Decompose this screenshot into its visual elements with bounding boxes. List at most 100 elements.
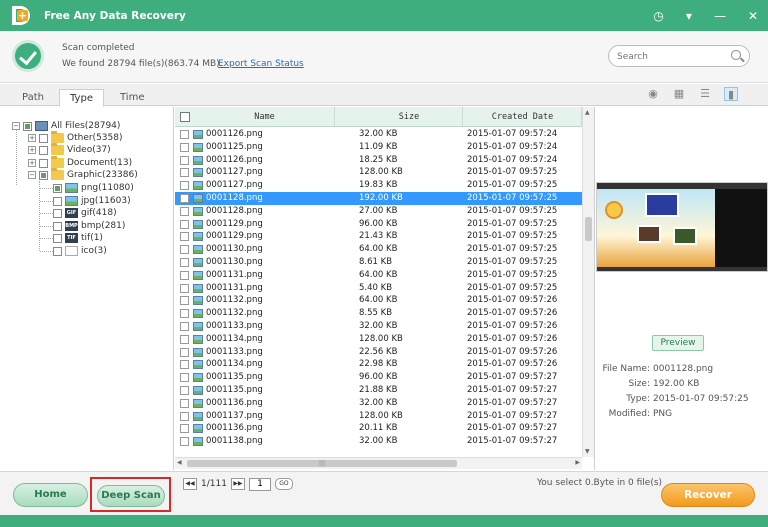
row-checkbox[interactable]: [180, 437, 189, 447]
tree-node-other[interactable]: + Other(5358): [28, 131, 122, 144]
table-row[interactable]: 0001135.png 21.88 KB 2015-01-07 09:57:27: [175, 384, 582, 397]
detail-icon[interactable]: ▮: [724, 87, 738, 101]
checkbox[interactable]: [53, 196, 62, 206]
table-row[interactable]: 0001131.png 5.40 KB 2015-01-07 09:57:25: [175, 282, 582, 295]
collapse-icon[interactable]: −: [28, 171, 36, 179]
row-checkbox[interactable]: [180, 219, 189, 229]
table-row[interactable]: 0001132.png 64.00 KB 2015-01-07 09:57:26: [175, 294, 582, 307]
table-row[interactable]: 0001135.png 96.00 KB 2015-01-07 09:57:27: [175, 371, 582, 384]
table-row[interactable]: 0001136.png 20.11 KB 2015-01-07 09:57:27: [175, 422, 582, 435]
table-row[interactable]: 0001131.png 64.00 KB 2015-01-07 09:57:25: [175, 269, 582, 282]
table-row[interactable]: 0001134.png 22.98 KB 2015-01-07 09:57:26: [175, 358, 582, 371]
checkbox[interactable]: [53, 208, 62, 218]
tree-node-bmp[interactable]: BMP bmp(281): [53, 220, 125, 232]
eye-icon[interactable]: ◉: [646, 87, 660, 101]
row-checkbox[interactable]: [180, 155, 189, 165]
row-checkbox[interactable]: [180, 130, 189, 139]
row-checkbox[interactable]: [180, 385, 189, 395]
scroll-right-icon[interactable]: ▶: [575, 459, 580, 466]
home-button[interactable]: Home: [13, 483, 88, 507]
row-checkbox[interactable]: [180, 296, 189, 306]
checkbox[interactable]: [23, 121, 32, 131]
search-box[interactable]: [608, 45, 750, 67]
row-checkbox[interactable]: [180, 245, 189, 255]
horizontal-scrollbar[interactable]: ◀ ||| ▶: [175, 457, 582, 469]
table-row[interactable]: 0001126.png 18.25 KB 2015-01-07 09:57:24: [175, 154, 582, 167]
row-checkbox[interactable]: [180, 334, 189, 344]
page-number-input[interactable]: [248, 477, 271, 491]
minimize-icon[interactable]: —: [714, 10, 726, 22]
row-checkbox[interactable]: [180, 283, 189, 293]
checkbox[interactable]: [53, 221, 62, 231]
scroll-thumb[interactable]: [585, 217, 592, 241]
grid-icon[interactable]: ▦: [672, 87, 686, 101]
prev-page-button[interactable]: ◀◀: [183, 478, 197, 490]
search-input[interactable]: [617, 50, 727, 63]
row-checkbox[interactable]: [180, 347, 189, 357]
tab-time[interactable]: Time: [110, 89, 154, 107]
tree-node-tif[interactable]: TIF tif(1): [53, 232, 103, 244]
table-row[interactable]: 0001132.png 8.55 KB 2015-01-07 09:57:26: [175, 307, 582, 320]
scroll-up-icon[interactable]: ▲: [585, 109, 590, 116]
vertical-scrollbar[interactable]: ▲ ▼: [582, 107, 594, 457]
scroll-thumb[interactable]: |||: [187, 460, 457, 467]
tree-node-ico[interactable]: ico(3): [53, 245, 107, 257]
table-row[interactable]: 0001129.png 21.43 KB 2015-01-07 09:57:25: [175, 230, 582, 243]
export-scan-status-link[interactable]: Export Scan Status: [218, 59, 304, 69]
table-row[interactable]: 0001127.png 19.83 KB 2015-01-07 09:57:25: [175, 179, 582, 192]
row-checkbox[interactable]: [180, 270, 189, 280]
select-all-checkbox[interactable]: [180, 112, 190, 122]
row-checkbox[interactable]: [180, 193, 189, 203]
checkbox[interactable]: [39, 145, 48, 155]
table-row[interactable]: 0001134.png 128.00 KB 2015-01-07 09:57:26: [175, 333, 582, 346]
row-checkbox[interactable]: [180, 181, 189, 191]
column-header-name[interactable]: Name: [195, 107, 335, 127]
dropdown-icon[interactable]: ▾: [686, 10, 692, 22]
table-row[interactable]: 0001125.png 11.09 KB 2015-01-07 09:57:24: [175, 141, 582, 154]
table-row[interactable]: 0001129.png 96.00 KB 2015-01-07 09:57:25: [175, 218, 582, 231]
row-checkbox[interactable]: [180, 232, 189, 242]
table-row[interactable]: 0001127.png 128.00 KB 2015-01-07 09:57:25: [175, 166, 582, 179]
row-checkbox[interactable]: [180, 373, 189, 383]
checkbox[interactable]: [53, 233, 62, 243]
search-icon[interactable]: [731, 50, 741, 60]
expand-icon[interactable]: +: [28, 146, 36, 154]
row-checkbox[interactable]: [180, 206, 189, 216]
tree-node-gif[interactable]: GIF gif(418): [53, 207, 117, 219]
tab-path[interactable]: Path: [12, 89, 54, 107]
scroll-left-icon[interactable]: ◀: [177, 459, 182, 466]
table-row[interactable]: 0001126.png 32.00 KB 2015-01-07 09:57:24: [175, 128, 582, 141]
tree-node-png[interactable]: png(11080): [53, 182, 134, 194]
table-row[interactable]: 0001128.png 27.00 KB 2015-01-07 09:57:25: [175, 205, 582, 218]
checkbox[interactable]: [53, 183, 62, 193]
collapse-icon[interactable]: −: [12, 122, 20, 130]
list-icon[interactable]: ☰: [698, 87, 712, 101]
preview-button[interactable]: Preview: [652, 335, 704, 351]
table-row[interactable]: 0001133.png 32.00 KB 2015-01-07 09:57:26: [175, 320, 582, 333]
row-checkbox[interactable]: [180, 398, 189, 408]
checkbox[interactable]: [53, 246, 62, 256]
row-checkbox[interactable]: [180, 360, 189, 370]
row-checkbox[interactable]: [180, 411, 189, 421]
next-page-button[interactable]: ▶▶: [230, 478, 245, 490]
tree-node-video[interactable]: + Video(37): [28, 143, 111, 156]
table-row[interactable]: 0001133.png 22.56 KB 2015-01-07 09:57:26: [175, 346, 582, 359]
deep-scan-button[interactable]: Deep Scan: [97, 485, 165, 507]
row-checkbox[interactable]: [180, 257, 189, 267]
tree-node-jpg[interactable]: jpg(11603): [53, 195, 131, 207]
table-row[interactable]: 0001130.png 8.61 KB 2015-01-07 09:57:25: [175, 256, 582, 269]
recover-button[interactable]: Recover: [661, 483, 755, 507]
row-checkbox[interactable]: [180, 424, 189, 434]
tab-type[interactable]: Type: [59, 89, 104, 107]
row-checkbox[interactable]: [180, 142, 189, 152]
row-checkbox[interactable]: [180, 309, 189, 319]
history-icon[interactable]: ◷: [653, 10, 663, 22]
expand-icon[interactable]: +: [28, 159, 36, 167]
scroll-down-icon[interactable]: ▼: [585, 448, 590, 455]
go-button[interactable]: GO: [274, 478, 293, 490]
table-row[interactable]: 0001136.png 32.00 KB 2015-01-07 09:57:27: [175, 397, 582, 410]
row-checkbox[interactable]: [180, 168, 189, 178]
checkbox[interactable]: [39, 158, 48, 168]
tree-node-document[interactable]: + Document(13): [28, 156, 132, 169]
row-checkbox[interactable]: [180, 321, 189, 331]
